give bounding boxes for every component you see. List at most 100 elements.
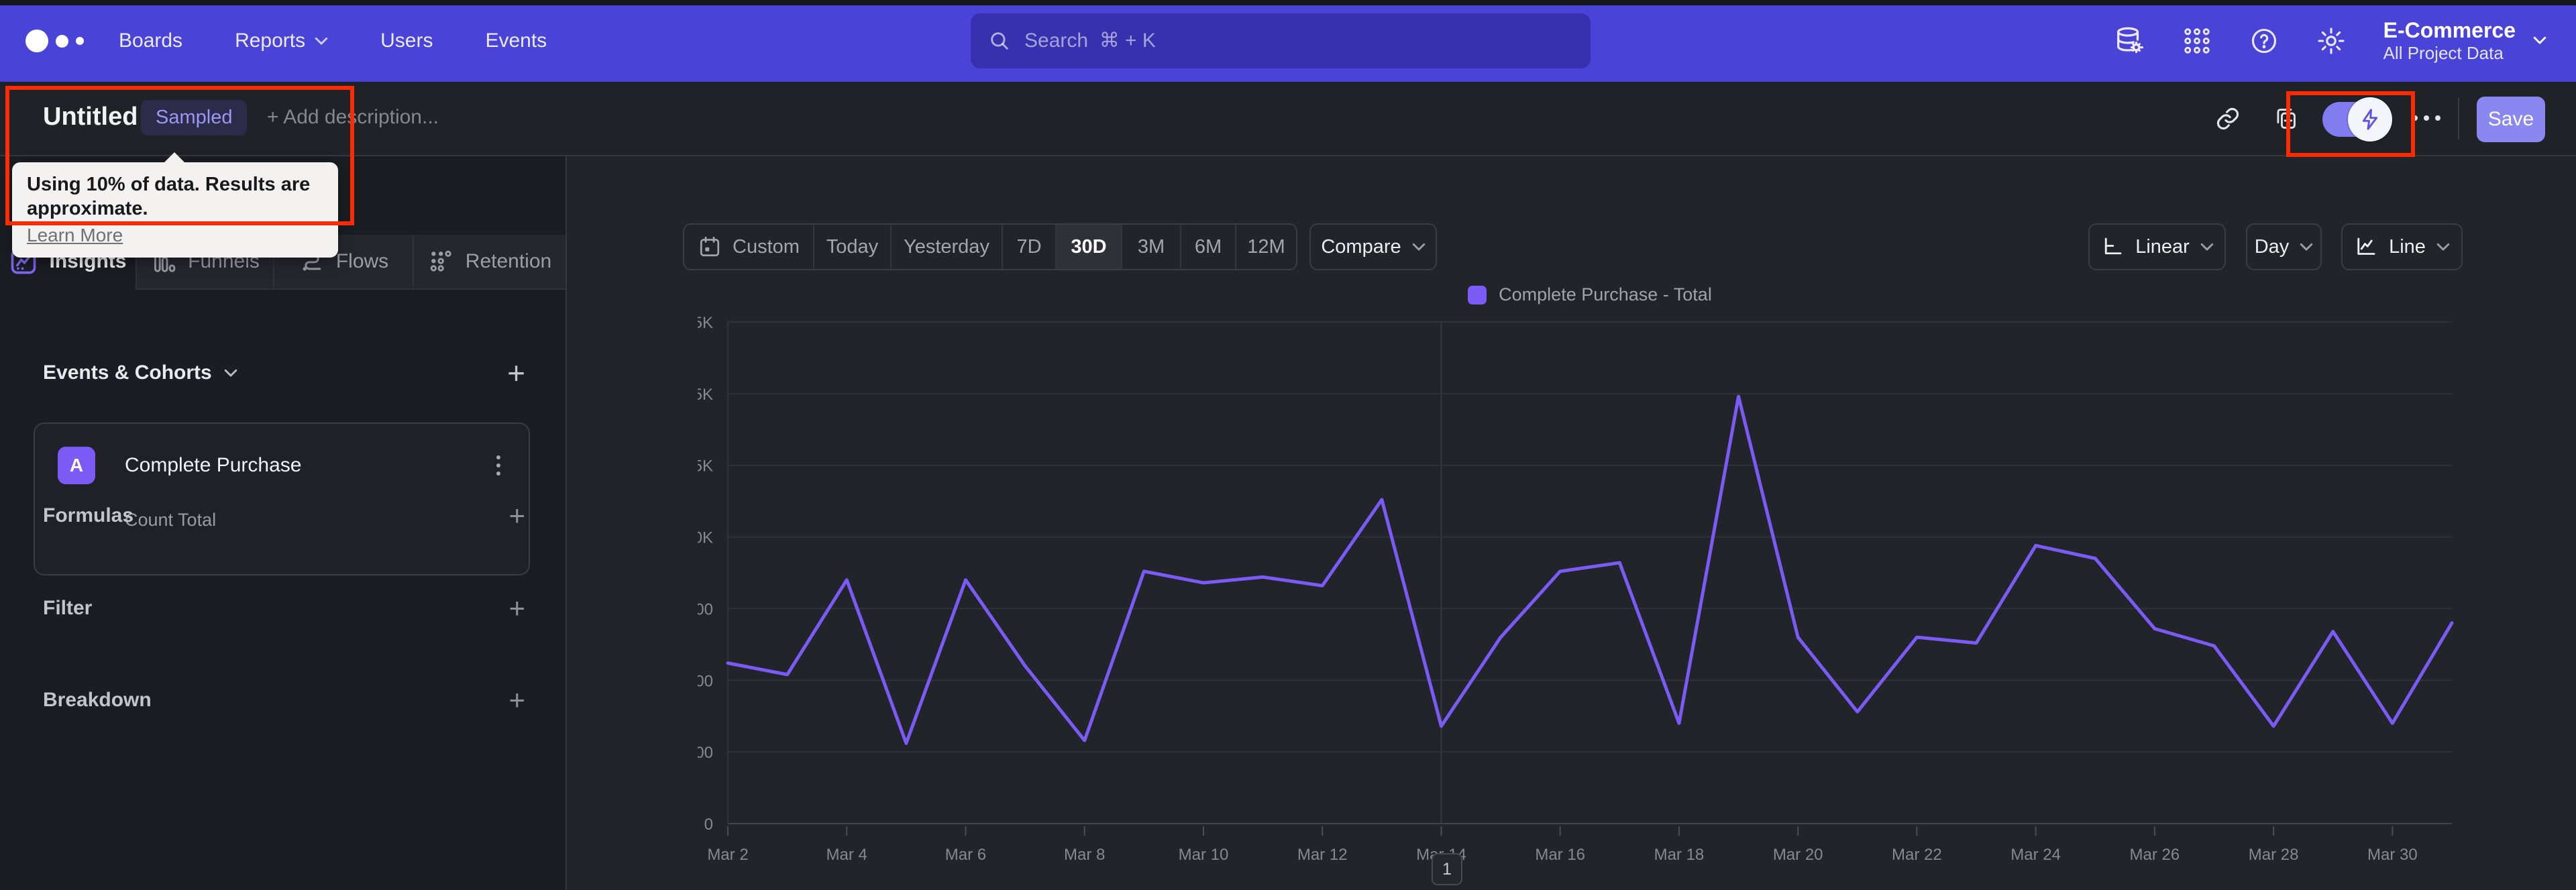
interval-dropdown[interactable]: Day	[2246, 223, 2322, 270]
compare-label: Compare	[1321, 235, 1401, 258]
chart-legend: Complete Purchase - Total	[728, 284, 2452, 305]
range-yesterday[interactable]: Yesterday	[892, 225, 1003, 269]
svg-text:10K: 10K	[698, 529, 713, 547]
nav-item-reports[interactable]: Reports	[235, 30, 328, 52]
sidebar-section-formulas: Formulas +	[43, 502, 525, 530]
chevron-down-icon	[1412, 243, 1426, 252]
section-label: Filter	[43, 597, 93, 619]
range-7d[interactable]: 7D	[1003, 225, 1057, 269]
sampled-badge[interactable]: Sampled	[141, 100, 248, 135]
range-12m[interactable]: 12M	[1236, 225, 1296, 269]
compare-button[interactable]: Compare	[1309, 223, 1437, 270]
svg-text:Mar 6: Mar 6	[945, 846, 986, 864]
sampling-toggle[interactable]	[2322, 97, 2392, 142]
svg-text:Mar 8: Mar 8	[1064, 846, 1105, 864]
line-chart-icon	[2354, 235, 2378, 259]
svg-text:15K: 15K	[698, 386, 713, 404]
chart-type-dropdown[interactable]: Line	[2341, 223, 2463, 270]
sampling-tooltip-message: Using 10% of data. Results are approxima…	[27, 174, 311, 220]
save-button[interactable]: Save	[2477, 97, 2545, 142]
range-3m[interactable]: 3M	[1122, 225, 1181, 269]
help-icon[interactable]	[2249, 26, 2279, 56]
section-label: Breakdown	[43, 689, 152, 711]
events-cohorts-header: Events & Cohorts +	[43, 357, 525, 388]
tab-retention[interactable]: Retention	[413, 235, 566, 290]
header-divider	[2458, 98, 2459, 140]
chevron-down-icon	[2436, 243, 2450, 252]
chevron-down-icon	[2533, 36, 2546, 45]
more-icon[interactable]	[2412, 115, 2440, 121]
retention-tab-icon	[428, 248, 455, 275]
window-edge	[0, 0, 2576, 5]
svg-text:Mar 18: Mar 18	[1654, 846, 1705, 864]
svg-text:Mar 2: Mar 2	[707, 846, 748, 864]
event-name: Complete Purchase	[125, 454, 302, 476]
project-name: E-Commerce	[2383, 18, 2516, 43]
svg-text:Mar 20: Mar 20	[1773, 846, 1823, 864]
chevron-down-icon[interactable]	[224, 369, 237, 378]
add-formulas-button[interactable]: +	[508, 502, 525, 530]
sampling-tooltip: Using 10% of data. Results are approxima…	[12, 152, 338, 258]
interval-label: Day	[2254, 235, 2290, 258]
add-breakdown-button[interactable]: +	[508, 686, 525, 714]
search-input[interactable]	[1024, 30, 1573, 52]
settings-icon[interactable]	[2316, 26, 2346, 56]
add-description[interactable]: + Add description...	[267, 106, 439, 129]
svg-text:7,500: 7,500	[698, 600, 713, 618]
nav-item-boards[interactable]: Boards	[119, 30, 182, 52]
svg-text:12.5K: 12.5K	[698, 457, 713, 476]
apps-grid-icon[interactable]	[2182, 26, 2212, 56]
data-management-icon[interactable]	[2114, 25, 2145, 56]
legend-label: Complete Purchase - Total	[1499, 284, 1712, 304]
range-30d[interactable]: 30D	[1057, 225, 1122, 269]
sidebar-section-filter: Filter +	[43, 594, 525, 622]
project-scope: All Project Data	[2383, 42, 2504, 63]
add-event-button[interactable]: +	[507, 357, 525, 388]
nav-item-users[interactable]: Users	[380, 30, 433, 52]
nav-item-events[interactable]: Events	[485, 30, 547, 52]
search-icon	[988, 30, 1011, 52]
nav-right: E-Commerce All Project Data	[2114, 0, 2576, 82]
learn-more-link[interactable]: Learn More	[27, 225, 123, 246]
event-letter-badge: A	[58, 447, 95, 484]
scale-dropdown[interactable]: Linear	[2088, 223, 2226, 270]
svg-text:5,000: 5,000	[698, 672, 713, 690]
svg-text:Mar 26: Mar 26	[2130, 846, 2180, 864]
kebab-icon[interactable]	[492, 451, 504, 480]
svg-text:Mar 30: Mar 30	[2367, 846, 2418, 864]
chevron-down-icon	[2300, 243, 2313, 252]
sampling-toggle-icon	[2348, 97, 2392, 142]
svg-text:17.5K: 17.5K	[698, 314, 713, 332]
range-custom[interactable]: Custom	[684, 225, 814, 269]
svg-text:Mar 10: Mar 10	[1179, 846, 1229, 864]
legend-swatch[interactable]	[1468, 285, 1487, 304]
svg-text:Mar 28: Mar 28	[2249, 846, 2299, 864]
mixpanel-logo-icon[interactable]	[25, 30, 84, 52]
mixpanel-insights-app: Boards Reports Users Events E-Commerce All …	[0, 0, 2576, 890]
svg-text:Mar 24: Mar 24	[2010, 846, 2061, 864]
nav-items: Boards Reports Users Events	[119, 30, 547, 52]
chevron-down-icon	[2200, 243, 2214, 252]
project-selector[interactable]: E-Commerce All Project Data	[2383, 18, 2546, 64]
svg-text:Mar 12: Mar 12	[1297, 846, 1348, 864]
svg-text:0: 0	[704, 816, 713, 834]
report-title[interactable]: Untitled	[43, 103, 138, 131]
date-range-group: Custom Today Yesterday 7D 30D 3M 6M 12M	[683, 223, 1297, 270]
copy-link-icon[interactable]	[2215, 106, 2241, 131]
svg-text:2,500: 2,500	[698, 744, 713, 762]
sidebar-section-breakdown: Breakdown +	[43, 686, 525, 714]
add-filter-button[interactable]: +	[508, 594, 525, 622]
pagination-page-button[interactable]: 1	[1432, 853, 1462, 885]
query-sidebar: Insights Funnels Flows Retention Events & C…	[0, 156, 567, 890]
event-card[interactable]: A Complete Purchase Count Total	[34, 423, 530, 575]
svg-text:Mar 4: Mar 4	[826, 846, 867, 864]
range-today[interactable]: Today	[814, 225, 892, 269]
range-6m[interactable]: 6M	[1181, 225, 1236, 269]
search-bar[interactable]	[971, 13, 1591, 68]
svg-text:Mar 22: Mar 22	[1892, 846, 1942, 864]
report-header-bar: Untitled Sampled + Add description... Sa…	[0, 82, 2576, 156]
svg-text:Mar 16: Mar 16	[1535, 846, 1585, 864]
section-label: Formulas	[43, 504, 134, 526]
tab-label: Retention	[465, 250, 552, 272]
duplicate-icon[interactable]	[2273, 106, 2298, 131]
